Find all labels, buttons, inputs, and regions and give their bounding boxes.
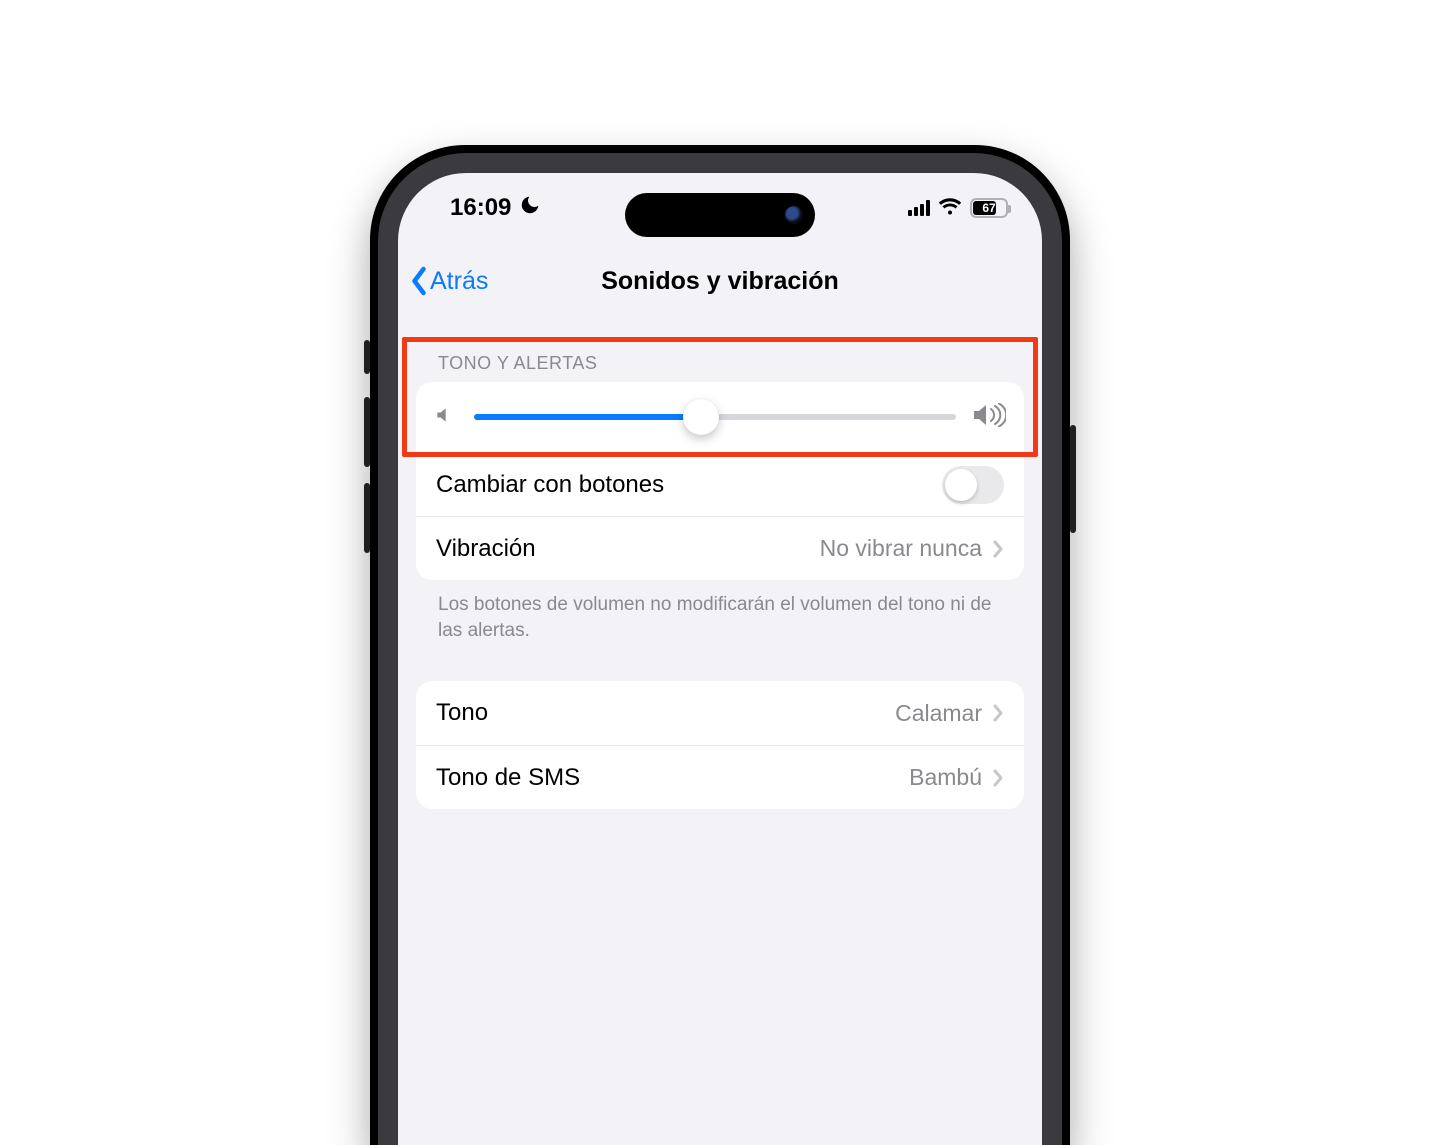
- screen: 16:09 67: [398, 173, 1042, 1145]
- text-tone-row[interactable]: Tono de SMS Bambú: [416, 745, 1024, 809]
- back-button[interactable]: Atrás: [398, 266, 488, 296]
- nav-bar: Atrás Sonidos y vibración: [398, 253, 1042, 309]
- text-tone-label: Tono de SMS: [436, 764, 580, 792]
- chevron-left-icon: [410, 266, 428, 296]
- change-with-buttons-row[interactable]: Cambiar con botones: [416, 452, 1024, 516]
- vibration-row[interactable]: Vibración No vibrar nunca: [416, 516, 1024, 580]
- chevron-right-icon: [992, 539, 1004, 559]
- volume-slider[interactable]: [474, 399, 956, 435]
- ringtone-value: Calamar: [895, 700, 982, 727]
- text-tone-value: Bambú: [909, 764, 982, 791]
- vibration-label: Vibración: [436, 535, 536, 563]
- phone-bezel: 16:09 67: [378, 153, 1062, 1145]
- change-with-buttons-toggle[interactable]: [942, 466, 1004, 504]
- toggle-knob: [945, 469, 977, 501]
- section-header-ringer: TONO Y ALERTAS: [416, 323, 1024, 382]
- battery-icon: 67: [970, 198, 1008, 218]
- volume-down-button[interactable]: [364, 483, 370, 553]
- speaker-high-icon: [972, 403, 1006, 432]
- moon-icon: [519, 194, 541, 223]
- speaker-low-icon: [434, 405, 458, 430]
- status-bar: 16:09 67: [398, 173, 1042, 243]
- back-label: Atrás: [430, 267, 488, 296]
- status-time: 16:09: [450, 194, 511, 222]
- ringer-card: Cambiar con botones Vibración No vibrar …: [416, 382, 1024, 580]
- battery-percent: 67: [972, 201, 1006, 215]
- volume-slider-row: [416, 382, 1024, 452]
- vibration-value: No vibrar nunca: [820, 535, 982, 562]
- slider-fill: [474, 414, 701, 420]
- chevron-right-icon: [992, 768, 1004, 788]
- tones-card: Tono Calamar Tono de SMS Bambú: [416, 681, 1024, 809]
- chevron-right-icon: [992, 703, 1004, 723]
- cellular-icon: [908, 200, 930, 216]
- volume-up-button[interactable]: [364, 397, 370, 467]
- page-title: Sonidos y vibración: [398, 267, 1042, 296]
- ringtone-row[interactable]: Tono Calamar: [416, 681, 1024, 745]
- content: TONO Y ALERTAS: [398, 323, 1042, 1145]
- ringtone-label: Tono: [436, 699, 488, 727]
- silence-switch[interactable]: [364, 340, 370, 374]
- phone-frame: 16:09 67: [370, 145, 1070, 1145]
- wifi-icon: [938, 197, 962, 220]
- ringer-footer: Los botones de volumen no modificarán el…: [416, 580, 1024, 643]
- change-with-buttons-label: Cambiar con botones: [436, 471, 664, 499]
- power-button[interactable]: [1070, 425, 1076, 533]
- slider-thumb[interactable]: [683, 399, 719, 435]
